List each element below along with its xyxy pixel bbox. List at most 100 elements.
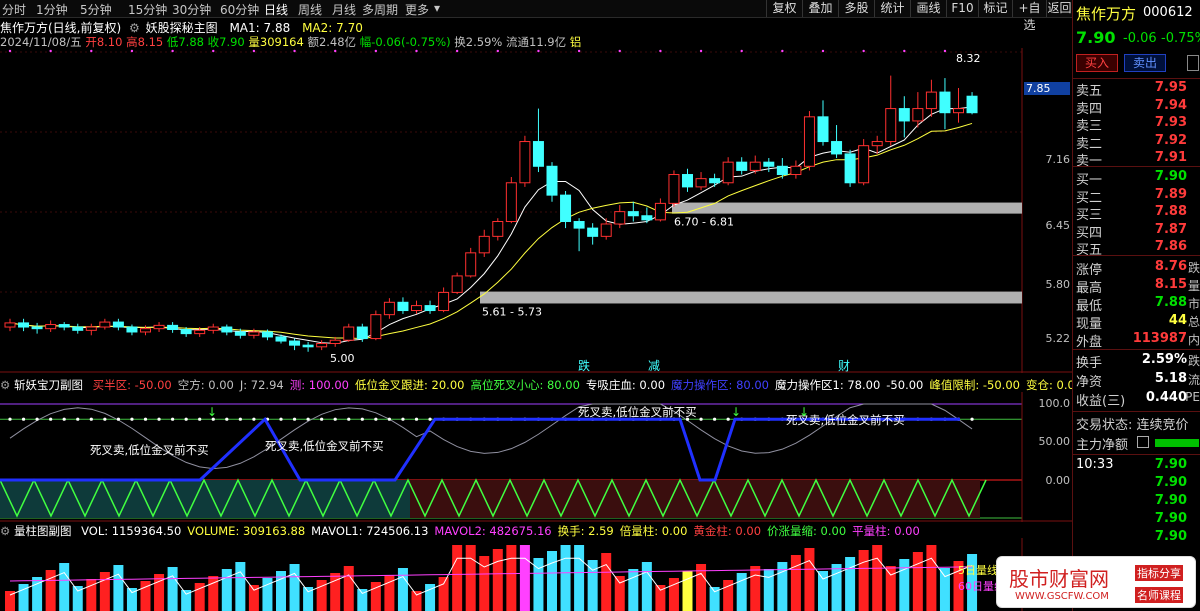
candle-body	[261, 331, 273, 338]
period-tab-3[interactable]: 15分钟	[128, 1, 167, 18]
ask-row[interactable]: 卖一 7.91	[1073, 150, 1200, 169]
panel-toggle-icon[interactable]	[1187, 55, 1199, 71]
toolbar-button-5[interactable]: F10	[946, 0, 978, 17]
period-tab-1[interactable]: 1分钟	[36, 1, 68, 18]
buy-button[interactable]: 买入	[1076, 54, 1118, 72]
candle-body	[790, 165, 802, 176]
candle-body	[451, 275, 463, 293]
candle-body	[844, 153, 856, 184]
signal-dot	[415, 49, 418, 53]
toolbar-button-0[interactable]: 复权	[766, 0, 802, 17]
ask-row[interactable]: 卖五 7.95	[1073, 80, 1200, 99]
price-change: -0.06	[1123, 31, 1157, 46]
candle-body	[627, 211, 639, 217]
sell-button[interactable]: 卖出	[1124, 54, 1166, 72]
volume-bar	[438, 577, 449, 611]
candle-body	[492, 221, 504, 237]
period-tab-8[interactable]: 月线	[332, 1, 356, 18]
dot-marker	[62, 417, 66, 421]
net-flow-icon[interactable]	[1137, 436, 1149, 448]
price-tick: 5.80	[1045, 278, 1071, 291]
toolbar-button-3[interactable]: 统计	[874, 0, 910, 17]
bid-row[interactable]: 买三 7.88	[1073, 204, 1200, 223]
stat-value: 2.59%	[1141, 352, 1187, 367]
toolbar-button-2[interactable]: 多股	[838, 0, 874, 17]
ask-row[interactable]: 卖二 7.92	[1073, 133, 1200, 152]
volume-bar	[397, 568, 408, 611]
dot-marker	[143, 417, 148, 421]
chevron-down-icon[interactable]: ▾	[434, 1, 440, 15]
indicator2-field: -50.00	[886, 378, 924, 392]
volume-bar	[492, 549, 503, 611]
ask-row[interactable]: 卖四 7.94	[1073, 98, 1200, 117]
ask-row[interactable]: 卖三 7.93	[1073, 115, 1200, 134]
toolbar-button-8[interactable]: 返回	[1046, 0, 1072, 17]
stat-value: 7.88	[1154, 295, 1187, 310]
period-tab-5[interactable]: 60分钟	[220, 1, 259, 18]
indicator3-field: 平量柱: 0.00	[852, 524, 920, 538]
toolbar-button-7[interactable]: +自选	[1012, 0, 1046, 32]
ask-label: 卖三	[1076, 119, 1103, 134]
signal-dot	[8, 49, 12, 53]
tick-price: 7.90	[1154, 529, 1187, 544]
volume-bar	[465, 545, 476, 611]
info-sector-tag: 铝	[569, 35, 582, 49]
dot-marker	[374, 417, 378, 421]
indicator2-title: ⚙ 斩妖宝刀副图 买半区: -50.00 空方: 0.00 J: 72.94 测: 1…	[0, 377, 1082, 393]
toolbar-button-1[interactable]: 叠加	[802, 0, 838, 17]
oscillator-chart[interactable]: 死叉卖,低位金叉前不买 死叉卖,低位金叉前不买死叉卖,低位金叉前不买死叉卖,低位金…	[0, 392, 1072, 522]
price-tick: 6.45	[1045, 219, 1071, 232]
candle-body	[695, 178, 707, 188]
dot-marker	[238, 417, 242, 421]
indicator2-field: 魔力操作区: 80.00	[671, 378, 769, 392]
settings-gear-icon[interactable]: ⚙	[0, 378, 10, 392]
candle-body	[560, 194, 572, 223]
bid-row[interactable]: 买一 7.90	[1073, 169, 1200, 188]
ask-label: 卖五	[1076, 84, 1103, 99]
indicator2-field: 空方: 0.00	[177, 378, 234, 392]
bid-row[interactable]: 买二 7.89	[1073, 187, 1200, 206]
volume-chart[interactable]	[0, 538, 1072, 611]
signal-dot	[781, 49, 784, 53]
period-tab-2[interactable]: 5分钟	[80, 1, 112, 18]
period-tab-4[interactable]: 30分钟	[172, 1, 211, 18]
volume-bar	[59, 563, 70, 611]
candle-body	[58, 324, 70, 328]
volume-bar	[343, 566, 354, 611]
signal-dot	[659, 49, 662, 53]
period-tab-10[interactable]: 更多	[405, 1, 429, 18]
stat-row: 现量 44 总	[1073, 313, 1200, 332]
osc-tick: 100.0	[1038, 397, 1071, 410]
info-change: 幅-0.06(-0.75%)	[359, 35, 451, 49]
indicator2-name[interactable]: 斩妖宝刀副图	[14, 378, 83, 392]
candlestick-chart[interactable]: 6.70 - 6.81 5.61 - 5.73 8.32 5.00 跌 减 财	[0, 48, 1072, 373]
quote-panel: 焦作万方 000612 7.90 -0.06 -0.75% 买入 卖出 卖五 7.…	[1072, 0, 1200, 611]
dot-marker	[184, 417, 188, 421]
volume-bar	[804, 548, 815, 611]
bid-row[interactable]: 买五 7.86	[1073, 239, 1200, 258]
indicator3-name[interactable]: 量柱图副图	[14, 524, 72, 538]
period-tab-9[interactable]: 多周期	[362, 1, 398, 18]
stat-row: 涨停 8.76 跌	[1073, 259, 1200, 278]
settings-gear-icon[interactable]: ⚙	[129, 21, 140, 35]
stat-tail: PE	[1185, 390, 1200, 404]
event-marker: 跌	[578, 358, 590, 373]
bid-row[interactable]: 买四 7.87	[1073, 222, 1200, 241]
price-change-pct: -0.75%	[1161, 31, 1200, 46]
volume-bar	[547, 551, 557, 611]
period-tab-6[interactable]: 日线	[264, 1, 288, 18]
candle-body	[221, 326, 233, 333]
period-tab-0[interactable]: 分时	[2, 1, 26, 18]
candle-body	[573, 221, 585, 229]
volume-bar	[506, 545, 517, 611]
period-tab-7[interactable]: 周线	[298, 1, 322, 18]
candle-body	[817, 116, 829, 143]
toolbar-button-6[interactable]: 标记	[978, 0, 1012, 17]
candle-body	[682, 174, 693, 188]
indicator-name[interactable]: 妖股探秘主图	[146, 21, 218, 35]
stat-label: 现量	[1076, 317, 1103, 332]
toolbar-button-4[interactable]: 画线	[910, 0, 946, 17]
settings-gear-icon[interactable]: ⚙	[0, 524, 10, 538]
stat-label: 换手	[1076, 356, 1103, 371]
arrow-down-icon: ↓	[731, 405, 741, 419]
